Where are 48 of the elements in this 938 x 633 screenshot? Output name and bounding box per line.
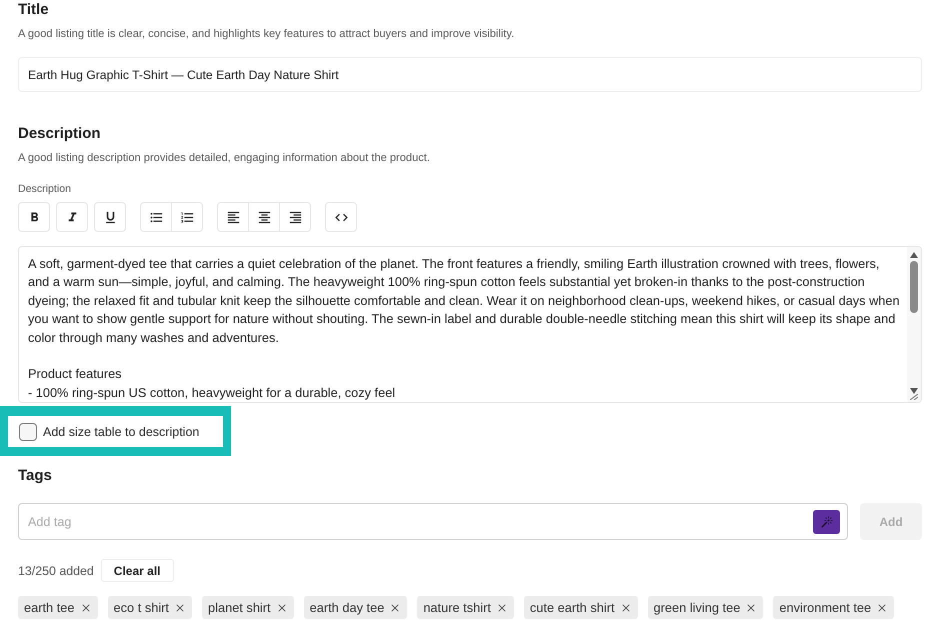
hint-text: A good listing description provides detailed, engaging information about the product. xyxy=(18,151,430,165)
bold-button[interactable] xyxy=(18,202,50,232)
align-center-icon xyxy=(256,210,272,224)
checkbox[interactable] xyxy=(19,422,37,440)
clear-all-button[interactable]: Clear all xyxy=(100,559,174,582)
remove-icon[interactable] xyxy=(80,602,92,614)
underline-button[interactable] xyxy=(94,202,126,232)
remove-icon[interactable] xyxy=(496,602,508,614)
section-heading: Title xyxy=(18,0,49,20)
scrollbar-thumb[interactable] xyxy=(910,261,918,313)
remove-icon[interactable] xyxy=(174,602,186,614)
title-input[interactable]: Earth Hug Graphic T-Shirt — Cute Earth Day Nature Shirt xyxy=(18,57,922,92)
tag-input-field[interactable]: Add tag xyxy=(18,503,848,540)
align-right-icon xyxy=(288,210,302,224)
tag-label: planet shirt xyxy=(208,600,271,615)
section-heading: Tags xyxy=(18,466,52,486)
scroll-down-arrow-icon[interactable] xyxy=(910,388,918,394)
numbered-list-button[interactable] xyxy=(171,202,203,232)
tag-label: cute earth shirt xyxy=(530,600,615,615)
scrollbar[interactable] xyxy=(907,247,921,402)
italic-button[interactable] xyxy=(56,202,88,232)
bullet-list-button[interactable] xyxy=(140,202,172,232)
resize-grip-icon[interactable] xyxy=(910,394,918,400)
checkbox-label[interactable]: Add size table to description xyxy=(43,424,200,438)
remove-icon[interactable] xyxy=(620,602,632,614)
tag-label: earth tee xyxy=(24,600,75,615)
remove-icon[interactable] xyxy=(745,602,758,614)
numbered-list-icon xyxy=(180,210,194,224)
remove-icon[interactable] xyxy=(389,602,402,614)
scroll-up-arrow-icon[interactable] xyxy=(910,252,918,258)
align-left-button[interactable] xyxy=(217,202,249,232)
code-button[interactable] xyxy=(325,202,357,232)
tag-label: nature tshirt xyxy=(423,600,491,615)
tag-label: environment tee xyxy=(779,600,872,615)
align-left-icon xyxy=(226,210,240,224)
align-center-button[interactable] xyxy=(248,202,280,232)
magic-wand-icon xyxy=(820,516,832,528)
field-label: Description xyxy=(18,182,71,196)
tag-label: green living tee xyxy=(654,600,740,615)
description-field[interactable]: A soft, garment-dyed tee that carries a quiet celebration of the planet. The front features a friendly, smiling Earth illustration crowned with trees, flowers, and a warm sun—simple, joyful, and calming. The heavyweight 100% ring-spun cotton feels substantial yet broken-in thanks to the post-construction dyeing; the relaxed fit and tubular knit keep the silhouette comfortable and clean. Wear it on neighborhood clean-ups, weekend hikes, or casual days when you want to show gentle support for nature without shouting. The sewn-in label and durable double-needle stitching mean this shirt will keep its shape and color through many washes and adventures. Product features - 100% ring-spun US cotton, heavyweight for a durable, cozy feel xyxy=(18,246,922,403)
tag-label: earth day tee xyxy=(310,600,384,615)
tag-label: eco t shirt xyxy=(114,600,169,615)
section-heading: Description xyxy=(18,124,101,144)
remove-icon[interactable] xyxy=(276,602,288,614)
tag-count-text: 13/250 added xyxy=(18,564,94,578)
remove-icon[interactable] xyxy=(876,602,888,614)
hint-text: A good listing title is clear, concise, and highlights key features to attract buyers and improve visibility. xyxy=(18,27,514,41)
align-right-button[interactable] xyxy=(279,202,311,232)
